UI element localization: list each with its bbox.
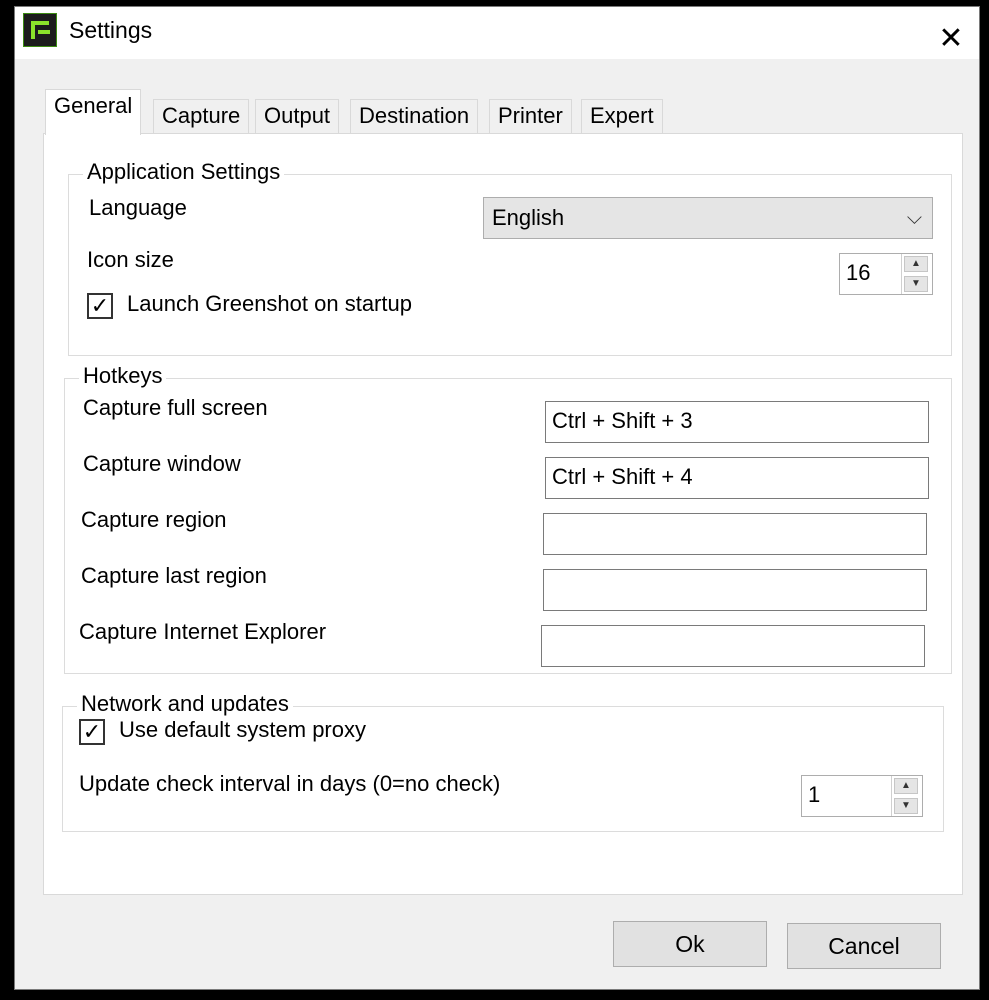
cancel-button[interactable]: Cancel xyxy=(787,923,941,969)
hotkey-label-last-region: Capture last region xyxy=(81,563,267,588)
hotkey-input-last-region[interactable] xyxy=(543,569,927,611)
settings-window: Settings ✕ General Capture Output Destin… xyxy=(14,6,980,990)
launch-on-startup-checkbox[interactable]: ✓ xyxy=(87,293,113,319)
icon-size-stepper[interactable]: 16 ▲ ▼ xyxy=(839,253,933,295)
hotkey-label-internet-explorer: Capture Internet Explorer xyxy=(79,619,327,644)
language-select-value: English xyxy=(492,205,565,230)
icon-size-stepper-buttons: ▲ ▼ xyxy=(901,254,932,294)
hotkey-label-window: Capture window xyxy=(83,451,241,476)
tab-output[interactable]: Output xyxy=(255,99,340,133)
ok-button[interactable]: Ok xyxy=(613,921,767,967)
general-tab-panel: Application Settings Language English ⌵ … xyxy=(43,133,963,895)
tab-destination[interactable]: Destination xyxy=(350,99,479,133)
tab-expert[interactable]: Expert xyxy=(581,99,663,133)
tab-general[interactable]: General xyxy=(45,89,142,135)
hotkey-input-internet-explorer[interactable] xyxy=(541,625,925,667)
icon-size-label: Icon size xyxy=(87,247,174,272)
network-updates-legend: Network and updates xyxy=(77,691,293,717)
tab-strip: General Capture Output Destination Print… xyxy=(45,89,945,135)
hotkey-input-full-screen[interactable]: Ctrl + Shift + 3 xyxy=(545,401,929,443)
hotkey-label-region: Capture region xyxy=(81,507,227,532)
close-icon[interactable]: ✕ xyxy=(931,21,971,57)
title-bar: Settings ✕ xyxy=(15,7,979,59)
update-interval-value: 1 xyxy=(808,782,821,807)
application-settings-legend: Application Settings xyxy=(83,159,285,185)
language-label: Language xyxy=(89,195,187,220)
update-interval-stepper-buttons: ▲ ▼ xyxy=(891,776,922,816)
application-settings-group: Application Settings Language English ⌵ … xyxy=(68,159,952,356)
icon-size-value: 16 xyxy=(846,260,871,285)
update-interval-stepper[interactable]: 1 ▲ ▼ xyxy=(801,775,923,817)
tab-capture[interactable]: Capture xyxy=(153,99,250,133)
hotkeys-legend: Hotkeys xyxy=(79,363,167,389)
language-select[interactable]: English ⌵ xyxy=(483,197,933,239)
hotkey-label-full-screen: Capture full screen xyxy=(83,395,268,420)
spin-down-icon[interactable]: ▼ xyxy=(904,276,928,292)
use-default-proxy-label: Use default system proxy xyxy=(119,717,366,742)
spin-down-icon[interactable]: ▼ xyxy=(894,798,918,814)
chevron-down-icon: ⌵ xyxy=(906,207,922,229)
window-title: Settings xyxy=(69,17,153,43)
hotkeys-group: Hotkeys Capture full screen Ctrl + Shift… xyxy=(64,363,952,674)
use-default-proxy-checkbox[interactable]: ✓ xyxy=(79,719,105,745)
spin-up-icon[interactable]: ▲ xyxy=(904,256,928,272)
hotkey-input-region[interactable] xyxy=(543,513,927,555)
hotkey-input-window[interactable]: Ctrl + Shift + 4 xyxy=(545,457,929,499)
tab-printer[interactable]: Printer xyxy=(489,99,572,133)
greenshot-logo-icon xyxy=(23,13,57,47)
network-updates-group: Network and updates ✓ Use default system… xyxy=(62,691,944,832)
launch-on-startup-label: Launch Greenshot on startup xyxy=(127,291,412,316)
update-interval-label: Update check interval in days (0=no chec… xyxy=(79,771,501,796)
spin-up-icon[interactable]: ▲ xyxy=(894,778,918,794)
